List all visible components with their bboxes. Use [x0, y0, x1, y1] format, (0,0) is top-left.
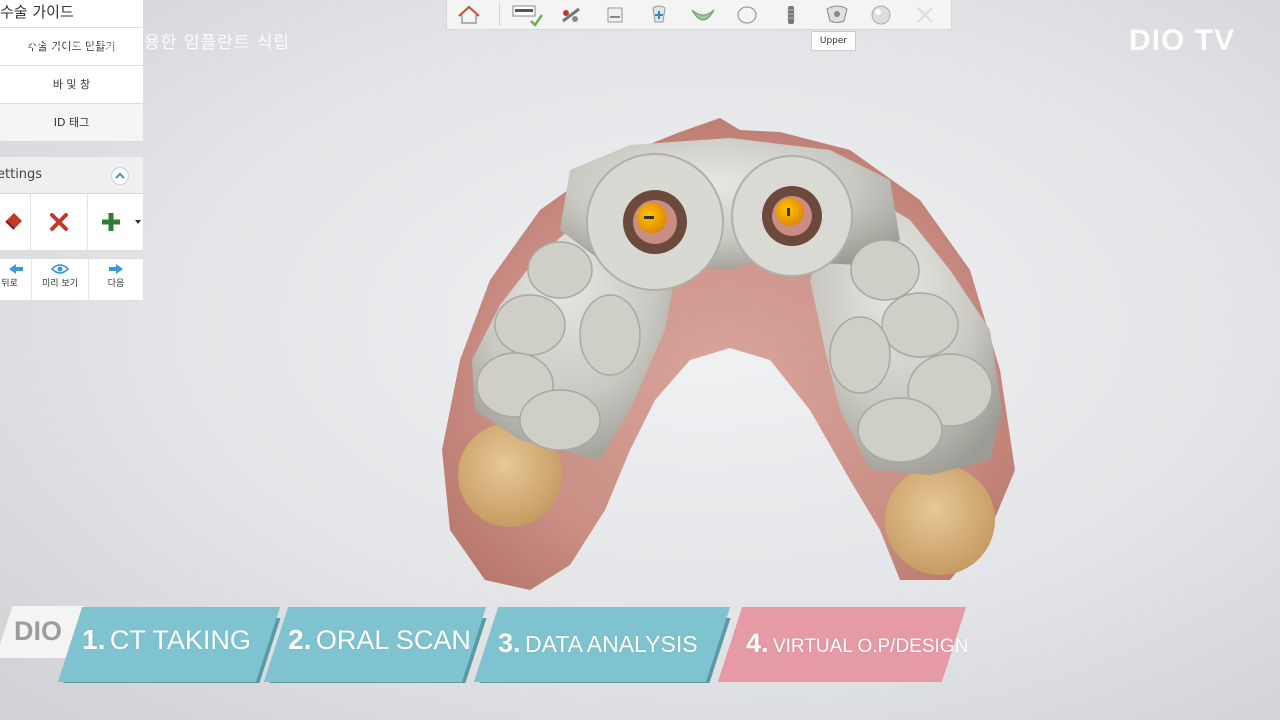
add-button[interactable]: [88, 194, 133, 250]
next-label: 다음: [107, 279, 125, 289]
wizard-nav: 뒤로 미리 보기 다음: [0, 258, 143, 301]
upper-guide-button[interactable]: [815, 0, 859, 29]
tools-button[interactable]: [551, 0, 591, 29]
tooth-button[interactable]: [727, 0, 767, 29]
tray-button[interactable]: [595, 0, 635, 29]
tooth-icon: [737, 6, 757, 23]
home-button[interactable]: [447, 0, 491, 29]
settings-tools: [0, 194, 143, 251]
sphere-button[interactable]: [861, 0, 901, 29]
step-2-text: 2. ORAL SCAN: [288, 624, 471, 655]
panel-title: 수술 가이드: [0, 0, 143, 28]
tools-icon: [562, 7, 580, 22]
scan-check-button[interactable]: [505, 0, 549, 29]
preview-label: 미리 보기: [42, 279, 78, 289]
dio-logo: DIO: [14, 616, 63, 646]
plus-icon: [101, 213, 120, 231]
caret-down-icon: [135, 220, 141, 224]
next-button[interactable]: 다음: [89, 259, 143, 300]
gum-icon: [691, 9, 715, 20]
implant-plus-icon: [652, 5, 666, 22]
tooltip: Upper: [811, 31, 856, 51]
disabled-tool-button[interactable]: [905, 0, 945, 29]
arrow-right-icon: [109, 264, 123, 274]
preview-button[interactable]: 미리 보기: [32, 259, 89, 300]
back-label: 뒤로: [1, 279, 18, 289]
menu-item-bar-window[interactable]: 바 및 창: [0, 66, 143, 104]
workflow-toolbar: [446, 0, 952, 30]
step-4-text: 4. VIRTUAL O.P/DESIGN: [746, 628, 969, 658]
more-dropdown[interactable]: [133, 194, 143, 250]
scan-check-icon: [512, 5, 543, 27]
eraser-icon: [5, 213, 22, 230]
arrow-left-icon: [8, 264, 23, 274]
settings-header[interactable]: ettings: [0, 157, 143, 194]
gum-button[interactable]: [683, 0, 723, 29]
step-1-text: 1. CT TAKING: [82, 624, 251, 655]
implant-screw-button[interactable]: [771, 0, 811, 29]
video-subtitle: DIOnavi를 이용한 임플란트 식립: [30, 33, 291, 53]
settings-label: ettings: [0, 167, 43, 182]
back-button[interactable]: 뒤로: [0, 259, 32, 300]
delete-button[interactable]: [31, 194, 88, 250]
step-3-text: 3. DATA ANALYSIS: [498, 628, 698, 658]
home-icon: [458, 5, 480, 24]
tray-icon: [607, 7, 623, 22]
close-icon: [50, 213, 68, 231]
implant-screw-icon: [787, 5, 795, 24]
collapse-button[interactable]: [111, 167, 129, 185]
faded-icon: [917, 6, 933, 23]
left-panel: 수술 가이드 수술 가이드 만들기 바 및 창 ID 태그: [0, 0, 143, 142]
implant-plus-button[interactable]: [639, 0, 679, 29]
upper-guide-icon: [826, 5, 848, 23]
surgical-guide-3d-model[interactable]: [430, 110, 1030, 610]
dio-tv-logo: DIO TV: [1129, 24, 1236, 57]
erase-tool-button[interactable]: [0, 194, 31, 250]
eye-icon: [51, 264, 69, 274]
menu-item-id-tag[interactable]: ID 태그: [0, 104, 143, 142]
chevron-up-icon: [115, 172, 125, 179]
sphere-icon: [871, 5, 891, 24]
